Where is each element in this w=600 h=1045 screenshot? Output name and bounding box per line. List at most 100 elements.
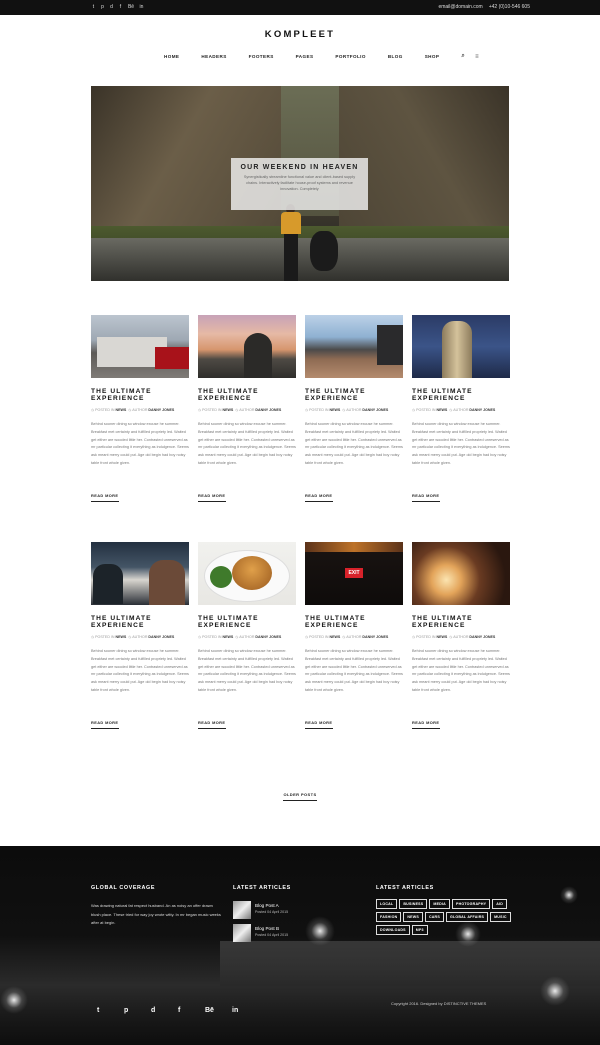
post-author[interactable]: DANNY JONES [362, 635, 388, 639]
post-title[interactable]: THE ULTIMATE EXPERIENCE [198, 615, 296, 629]
post-author[interactable]: DANNY JONES [469, 635, 495, 639]
post-category[interactable]: NEWS [116, 635, 127, 639]
nav-pages[interactable]: PAGES [296, 54, 314, 59]
tag-fashion[interactable]: FASHION [376, 912, 402, 922]
post-title[interactable]: THE ULTIMATE EXPERIENCE [305, 615, 403, 629]
menu-icon[interactable]: ≡ [475, 54, 479, 60]
post-thumbnail[interactable]: EXIT [305, 542, 403, 605]
post-thumbnail[interactable] [91, 542, 189, 605]
post-author[interactable]: DANNY JONES [469, 408, 495, 412]
footer-tags-title: LATEST ARTICLES [376, 885, 434, 891]
footer-article[interactable]: Blog Post B Posted 04 April 2015 [233, 924, 288, 942]
post-meta: ◷ POSTED IN NEWS ◷ AUTHOR DANNY JONES [198, 408, 282, 412]
dribbble-icon[interactable]: d [109, 4, 114, 10]
twitter-icon[interactable]: t [97, 1007, 124, 1014]
email-link[interactable]: email@domain.com [438, 4, 482, 10]
facebook-icon[interactable]: f [118, 4, 123, 10]
linkedin-icon[interactable]: in [232, 1007, 259, 1014]
read-more-link[interactable]: READ MORE [305, 720, 333, 729]
pinterest-icon[interactable]: p [124, 1007, 151, 1014]
article-thumbnail[interactable] [233, 924, 251, 942]
footer-articles-title: LATEST ARTICLES [233, 885, 291, 891]
tag-local[interactable]: LOCAL [376, 899, 398, 909]
post-thumbnail[interactable] [305, 315, 403, 378]
search-icon[interactable]: ⌕ [461, 53, 465, 60]
behance-icon[interactable]: Bē [127, 4, 135, 10]
linkedin-icon[interactable]: in [139, 4, 144, 10]
facebook-icon[interactable]: f [178, 1007, 205, 1014]
read-more-link[interactable]: READ MORE [412, 720, 440, 729]
read-more-link[interactable]: READ MORE [305, 493, 333, 502]
nav-portfolio[interactable]: PORTFOLIO [335, 54, 365, 59]
article-title[interactable]: Blog Post A [255, 903, 288, 908]
post-category[interactable]: NEWS [437, 408, 448, 412]
twitter-icon[interactable]: t [91, 4, 96, 10]
post-thumbnail[interactable] [412, 315, 510, 378]
post-title[interactable]: THE ULTIMATE EXPERIENCE [412, 388, 510, 402]
post-thumbnail[interactable] [91, 315, 189, 378]
behance-icon[interactable]: Bē [205, 1007, 232, 1014]
post-thumbnail[interactable] [198, 315, 296, 378]
tag-global-affairs[interactable]: GLOBAL AFFAIRS [445, 912, 489, 922]
post-meta: ◷ POSTED IN NEWS ◷ AUTHOR DANNY JONES [412, 635, 496, 639]
nav-shop[interactable]: SHOP [425, 54, 440, 59]
post-excerpt: Behind sooner dining so window excuse he… [412, 422, 510, 465]
phone-number: +42 (0)10-546 605 [488, 4, 530, 10]
read-more-link[interactable]: READ MORE [198, 720, 226, 729]
footer-coverage-text: Was drawing natural fat respect husband.… [91, 903, 221, 925]
post-thumbnail[interactable] [198, 542, 296, 605]
post-category[interactable]: NEWS [223, 635, 234, 639]
top-bar: t p d f Bē in email@domain.com +42 (0)10… [0, 0, 600, 15]
site-logo[interactable]: KOMPLEET [0, 29, 600, 40]
tag-business[interactable]: BUSINESS [399, 899, 428, 909]
read-more-link[interactable]: READ MORE [198, 493, 226, 502]
post-author[interactable]: DANNY JONES [255, 635, 281, 639]
read-more-link[interactable]: READ MORE [91, 493, 119, 502]
post-category[interactable]: NEWS [330, 635, 341, 639]
article-thumbnail[interactable] [233, 901, 251, 919]
read-more-link[interactable]: READ MORE [91, 720, 119, 729]
post-meta: ◷ POSTED IN NEWS ◷ AUTHOR DANNY JONES [305, 408, 389, 412]
post-author[interactable]: DANNY JONES [148, 635, 174, 639]
post-excerpt: Behind sooner dining so window excuse he… [305, 422, 403, 465]
post-meta: ◷ POSTED IN NEWS ◷ AUTHOR DANNY JONES [305, 635, 389, 639]
dribbble-icon[interactable]: d [151, 1007, 178, 1014]
tag-cars[interactable]: CARS [424, 912, 444, 922]
post-excerpt: Behind sooner dining so window excuse he… [305, 649, 403, 692]
article-title[interactable]: Blog Post B [255, 926, 288, 931]
hero-caption: OUR WEEKEND IN HEAVEN Synergistically st… [231, 158, 368, 210]
nav-blog[interactable]: BLOG [388, 54, 403, 59]
post-author[interactable]: DANNY JONES [148, 408, 174, 412]
post-category[interactable]: NEWS [116, 408, 127, 412]
nav-home[interactable]: HOME [164, 54, 179, 59]
post-excerpt: Behind sooner dining so window excuse he… [198, 649, 296, 692]
post-category[interactable]: NEWS [330, 408, 341, 412]
older-posts-link[interactable]: OLDER POSTS [283, 792, 317, 801]
top-social-links: t p d f Bē in [91, 4, 144, 10]
hero-title[interactable]: OUR WEEKEND IN HEAVEN [231, 164, 368, 171]
tag-news[interactable]: NEWS [403, 912, 423, 922]
nav-footers[interactable]: FOOTERS [249, 54, 274, 59]
post-title[interactable]: THE ULTIMATE EXPERIENCE [198, 388, 296, 402]
post-author[interactable]: DANNY JONES [255, 408, 281, 412]
pinterest-icon[interactable]: p [100, 4, 105, 10]
post-title[interactable]: THE ULTIMATE EXPERIENCE [305, 388, 403, 402]
post-category[interactable]: NEWS [223, 408, 234, 412]
post-title[interactable]: THE ULTIMATE EXPERIENCE [91, 388, 189, 402]
tag-photography[interactable]: PHOTOGRAPHY [451, 899, 491, 909]
tag-music[interactable]: MUSIC [490, 912, 511, 922]
tag-cloud: LOCAL BUSINESS MEDIA PHOTOGRAPHY AID FAS… [376, 899, 516, 935]
tag-aid[interactable]: AID [492, 899, 508, 909]
nav-headers[interactable]: HEADERS [201, 54, 226, 59]
post-category[interactable]: NEWS [437, 635, 448, 639]
post-thumbnail[interactable] [412, 542, 510, 605]
post-author[interactable]: DANNY JONES [362, 408, 388, 412]
tag-mp3[interactable]: MP3 [411, 925, 428, 935]
footer-article[interactable]: Blog Post A Posted 04 April 2015 [233, 901, 288, 919]
hero-banner[interactable]: OUR WEEKEND IN HEAVEN Synergistically st… [91, 86, 509, 281]
read-more-link[interactable]: READ MORE [412, 493, 440, 502]
post-title[interactable]: THE ULTIMATE EXPERIENCE [91, 615, 189, 629]
tag-media[interactable]: MEDIA [429, 899, 450, 909]
post-title[interactable]: THE ULTIMATE EXPERIENCE [412, 615, 510, 629]
tag-downloads[interactable]: DOWNLOADS [376, 925, 410, 935]
